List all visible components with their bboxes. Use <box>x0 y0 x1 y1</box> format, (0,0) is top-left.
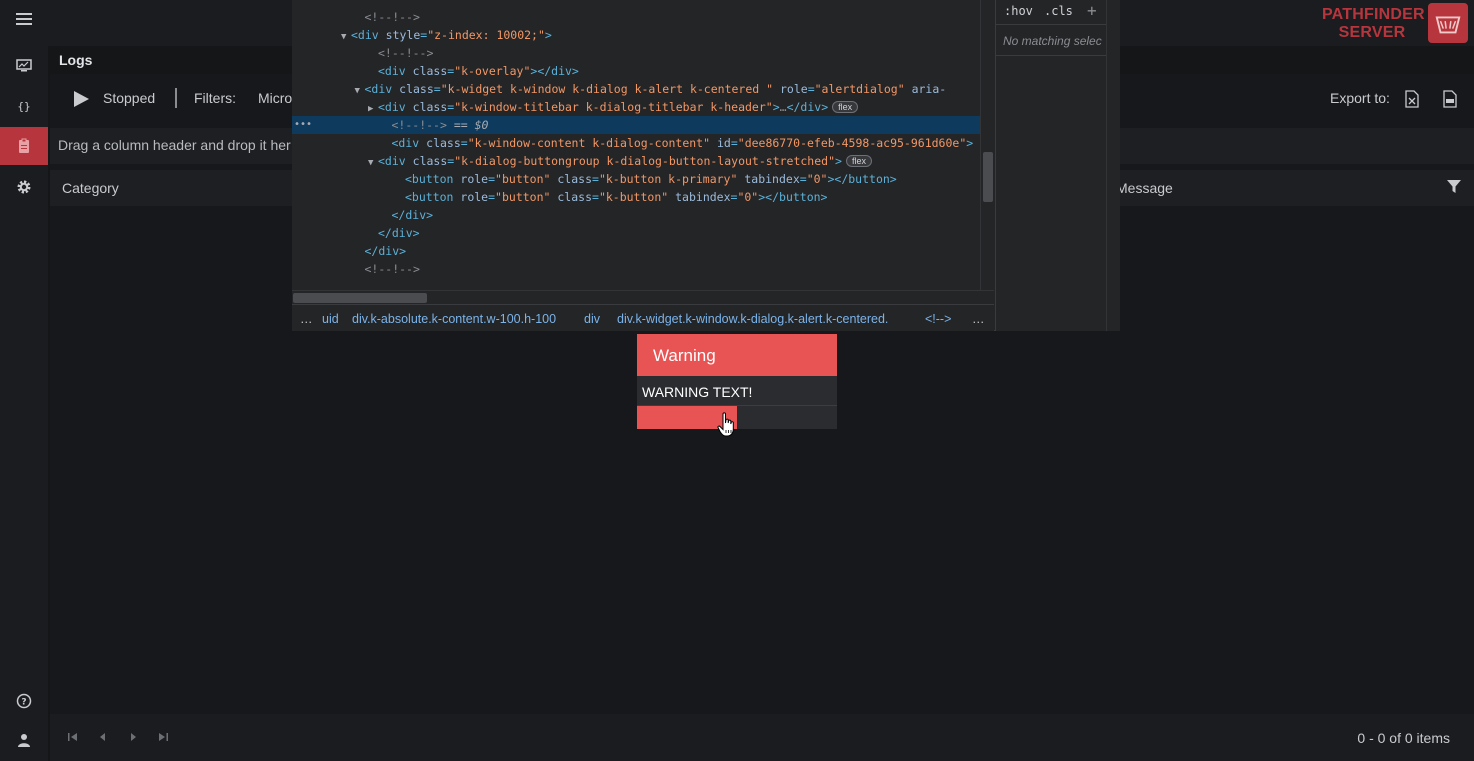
dialog-message: WARNING TEXT! <box>642 384 753 400</box>
tree-node[interactable]: <button role="button" class="k-button k-… <box>292 170 980 188</box>
tree-node[interactable]: <div class="k-window-content k-dialog-co… <box>292 134 980 152</box>
next-page-icon[interactable] <box>126 730 140 744</box>
last-page-icon[interactable] <box>156 730 170 744</box>
styles-divider <box>996 55 1106 56</box>
tree-node[interactable]: </div> <box>292 224 980 242</box>
brand-logo-icon <box>1428 3 1468 43</box>
flex-badge[interactable]: flex <box>832 101 859 113</box>
tree-node[interactable]: <div class="k-overlay"></div> <box>292 62 980 80</box>
breadcrumb-item[interactable]: div.k-widget.k-window.k-dialog.k-alert.k… <box>617 312 888 326</box>
menu-icon[interactable] <box>0 0 48 38</box>
devtools-panel: <!--!--> ▼ <div style="z-index: 10002;"> <!… <box>292 0 1120 331</box>
dialog-content: WARNING TEXT! <box>637 376 837 406</box>
breadcrumb-item[interactable]: div <box>584 312 600 326</box>
monitor-icon[interactable] <box>0 47 48 85</box>
svg-text:?: ? <box>21 698 26 708</box>
elements-tree[interactable]: <!--!--> ▼ <div style="z-index: 10002;"> <!… <box>292 0 980 290</box>
brand-line-2: SERVER <box>1338 24 1406 41</box>
scrollbar-thumb[interactable] <box>293 293 427 303</box>
new-rule-button[interactable]: + <box>1087 1 1097 20</box>
column-header-category[interactable]: Category <box>62 180 119 196</box>
styles-toolbar: :hov .cls + <box>996 0 1106 25</box>
cls-toggle[interactable]: .cls <box>1044 4 1073 18</box>
group-hint-text: Drag a column header and drop it her <box>58 137 291 153</box>
tree-node[interactable]: ▼ <div class="k-widget k-window k-dialog … <box>292 80 980 98</box>
filter-value[interactable]: Micro <box>258 90 292 106</box>
app-root: {} ? PATHFINDER SERVER Logs Stopped Filt… <box>0 0 1474 761</box>
clipboard-icon[interactable] <box>0 127 48 165</box>
tree-node[interactable]: <!--!--> <box>292 44 980 62</box>
tree-node[interactable]: ▼ <div class="k-dialog-buttongroup k-dial… <box>292 152 980 170</box>
first-page-icon[interactable] <box>66 730 80 744</box>
gear-icon[interactable] <box>0 168 48 206</box>
user-icon[interactable] <box>0 721 48 759</box>
page-title: Logs <box>59 52 93 68</box>
prev-page-icon[interactable] <box>96 730 110 744</box>
export-label: Export to: <box>1330 90 1390 106</box>
grid-pager: 0 - 0 of 0 items <box>50 714 1474 761</box>
dialog-titlebar: Warning <box>637 334 837 376</box>
styles-pane: :hov .cls + No matching selec <box>995 0 1120 331</box>
tree-node[interactable]: ▶ <div class="k-window-titlebar k-dialog-… <box>292 98 980 116</box>
brand-line-1: PATHFINDER <box>1322 6 1425 23</box>
breadcrumb-item[interactable]: uid <box>322 312 339 326</box>
dialog-secondary-button[interactable] <box>737 406 837 429</box>
hand-cursor-icon <box>717 412 735 438</box>
braces-icon[interactable]: {} <box>0 87 48 125</box>
hov-toggle[interactable]: :hov <box>1004 4 1033 18</box>
styles-empty-text: No matching selec <box>1003 34 1102 48</box>
flex-badge[interactable]: flex <box>845 155 872 167</box>
tree-horizontal-scrollbar[interactable] <box>292 290 994 304</box>
node-actions-icon[interactable]: ••• <box>294 116 312 134</box>
breadcrumb-item[interactable]: <!--> <box>925 312 951 326</box>
styles-scrollbar[interactable] <box>1106 0 1120 331</box>
filter-icon[interactable] <box>1447 180 1461 194</box>
filters-label: Filters: <box>194 90 236 106</box>
play-icon[interactable] <box>72 90 90 108</box>
warning-dialog: Warning WARNING TEXT! <box>637 334 837 429</box>
tree-node[interactable]: </div> <box>292 206 980 224</box>
nav-rail: {} ? <box>0 0 48 761</box>
excel-export-icon[interactable] <box>1404 90 1420 108</box>
tree-node[interactable]: ▼ <div style="z-index: 10002;"> <box>292 26 980 44</box>
pdf-export-icon[interactable] <box>1442 90 1458 108</box>
tree-node[interactable]: </div> <box>292 242 980 260</box>
breadcrumb-item[interactable]: div.k-absolute.k-content.w-100.h-100 <box>352 312 556 326</box>
scrollbar-thumb[interactable] <box>983 152 993 202</box>
brand-name: PATHFINDER SERVER <box>1322 6 1425 42</box>
column-header-message[interactable]: Message <box>1116 180 1173 196</box>
tree-node[interactable]: <button role="button" class="k-button" t… <box>292 188 980 206</box>
tree-node[interactable]: <!--!--> <box>292 260 980 278</box>
status-label: Stopped <box>103 90 156 106</box>
breadcrumb-overflow[interactable]: … <box>300 312 313 326</box>
pager-info: 0 - 0 of 0 items <box>1357 730 1450 746</box>
dialog-title: Warning <box>653 346 716 365</box>
tree-node[interactable]: ••• <!--!--> == $0 <box>292 116 980 134</box>
toolbar-divider <box>175 88 177 108</box>
tree-vertical-scrollbar[interactable] <box>980 0 994 290</box>
elements-breadcrumb: … uid div.k-absolute.k-content.w-100.h-100… <box>292 304 994 331</box>
tree-node[interactable]: <!--!--> <box>292 8 980 26</box>
breadcrumb-overflow[interactable]: … <box>972 312 985 326</box>
help-icon[interactable]: ? <box>0 682 48 720</box>
svg-text:{}: {} <box>17 100 30 113</box>
